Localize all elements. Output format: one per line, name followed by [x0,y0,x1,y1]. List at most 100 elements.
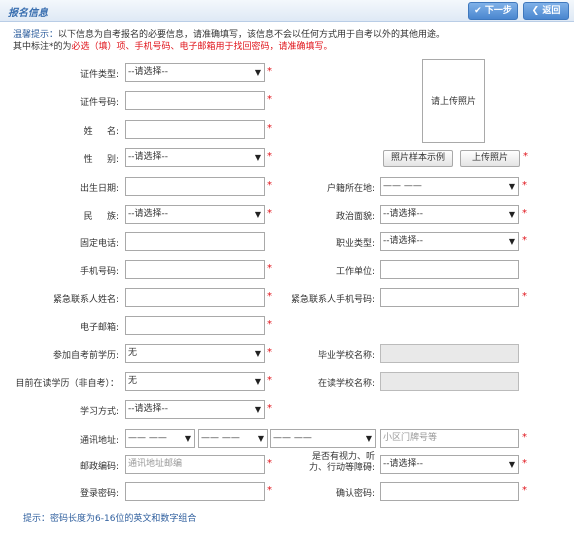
household-label: 户籍所在地: [326,184,375,194]
phone-input[interactable] [125,232,265,251]
chevron-down-icon: ▼ [254,153,261,162]
required-star: * [267,263,272,274]
district-select[interactable]: —— —— ▼ [270,429,376,448]
next-button[interactable]: ✔ 下一步 [468,2,518,20]
street-input[interactable]: 小区门牌号等 [380,429,519,448]
email-input[interactable] [125,316,265,335]
postcode-label: 邮政编码: [79,462,119,472]
required-star: * [267,208,272,219]
chevron-down-icon: ▼ [508,182,515,191]
phone-label: 固定电话: [79,239,119,249]
chevron-down-icon: ▼ [254,68,261,77]
required-star: * [267,375,272,386]
study-mode-select[interactable]: --请选择-- ▼ [125,400,265,419]
ethnicity-select[interactable]: --请选择-- ▼ [125,205,265,224]
chevron-down-icon: ▼ [254,349,261,358]
current-education-label: 目前在读学历（非自考）： [15,379,119,389]
id-type-label: 证件类型: [79,70,119,80]
study-mode-label: 学习方式: [79,407,119,417]
chevron-down-icon: ▼ [257,434,264,443]
household-select[interactable]: —— —— ▼ [380,177,519,196]
required-star: * [267,66,272,77]
emergency-mobile-input[interactable] [380,288,519,307]
login-password-input[interactable] [125,482,265,501]
required-star: * [267,151,272,162]
notice-line2-red: 必选（填）项、手机号码、电子邮箱用于找回密码，请准确填写。 [71,42,333,52]
name-input[interactable] [125,120,265,139]
required-star: * [522,291,527,302]
birth-date-label: 出生日期: [79,184,119,194]
birth-date-input[interactable] [125,177,265,196]
required-star: * [267,319,272,330]
back-button[interactable]: ❮ 返回 [523,2,569,20]
back-icon: ❮ [531,6,540,16]
disability-label: 是否有视力、听 力、行动等障碍: [308,452,375,473]
grad-school-input[interactable] [380,344,519,363]
photo-placeholder: 请上传照片 [422,59,485,143]
id-type-select[interactable]: --请选择-- ▼ [125,63,265,82]
workplace-input[interactable] [380,260,519,279]
chevron-down-icon: ▼ [254,377,261,386]
required-star: * [522,208,527,219]
chevron-down-icon: ▼ [254,405,261,414]
required-star: * [522,485,527,496]
mobile-label: 手机号码: [79,267,119,277]
required-star: * [267,123,272,134]
grad-school-label: 毕业学校名称: [317,351,375,361]
required-star: * [523,151,528,162]
photo-sample-button[interactable]: 照片样本示例 [383,150,453,167]
disability-select[interactable]: --请选择-- ▼ [380,455,519,474]
section-title: 报名信息 [8,8,48,19]
postcode-input[interactable]: 通讯地址邮编 [125,455,265,474]
chevron-down-icon: ▼ [365,434,372,443]
occupation-label: 职业类型: [335,239,375,249]
check-icon: ✔ [474,6,482,16]
header-bar: 报名信息 ✔ 下一步 ❮ 返回 [0,0,574,22]
confirm-password-input[interactable] [380,482,519,501]
mobile-input[interactable] [125,260,265,279]
political-select[interactable]: --请选择-- ▼ [380,205,519,224]
required-star: * [267,458,272,469]
required-star: * [267,291,272,302]
chevron-down-icon: ▼ [508,210,515,219]
confirm-password-label: 确认密码: [335,489,375,499]
required-star: * [522,180,527,191]
notice-label: 温馨提示： [13,30,59,40]
notice-line1: 以下信息为自考报名的必要信息，请准确填写，该信息不会以任何方式用于自考以外的其他… [58,30,446,40]
emergency-mobile-label: 紧急联系人手机号码: [290,295,375,305]
id-number-input[interactable] [125,91,265,110]
current-school-input[interactable] [380,372,519,391]
id-number-label: 证件号码: [79,98,119,108]
political-label: 政治面貌: [335,212,375,222]
chevron-down-icon: ▼ [508,237,515,246]
required-star: * [522,432,527,443]
emergency-name-input[interactable] [125,288,265,307]
chevron-down-icon: ▼ [508,460,515,469]
notice-line2-prefix: 其中标注*的为 [13,42,72,52]
upload-photo-button[interactable]: 上传照片 [460,150,520,167]
gender-select[interactable]: --请选择-- ▼ [125,148,265,167]
province-select[interactable]: —— —— ▼ [125,429,195,448]
required-star: * [267,94,272,105]
name-label: 姓 名: [83,127,119,137]
address-label: 通讯地址: [79,436,119,446]
email-label: 电子邮箱: [79,323,119,333]
required-star: * [522,235,527,246]
required-star: * [267,403,272,414]
prior-education-select[interactable]: 无 ▼ [125,344,265,363]
required-star: * [267,180,272,191]
password-hint: 提示：密码长度为6-16位的英文和数字组合 [23,514,197,524]
city-select[interactable]: —— —— ▼ [198,429,268,448]
ethnicity-label: 民 族: [83,212,119,222]
workplace-label: 工作单位: [335,267,375,277]
occupation-select[interactable]: --请选择-- ▼ [380,232,519,251]
required-star: * [522,458,527,469]
current-education-select[interactable]: 无 ▼ [125,372,265,391]
chevron-down-icon: ▼ [184,434,191,443]
prior-education-label: 参加自考前学历: [52,351,119,361]
current-school-label: 在读学校名称: [317,379,375,389]
login-password-label: 登录密码: [79,489,119,499]
gender-label: 性 别: [83,155,119,165]
notice: 温馨提示：以下信息为自考报名的必要信息，请准确填写，该信息不会以任何方式用于自考… [13,29,445,53]
emergency-name-label: 紧急联系人姓名: [52,295,119,305]
